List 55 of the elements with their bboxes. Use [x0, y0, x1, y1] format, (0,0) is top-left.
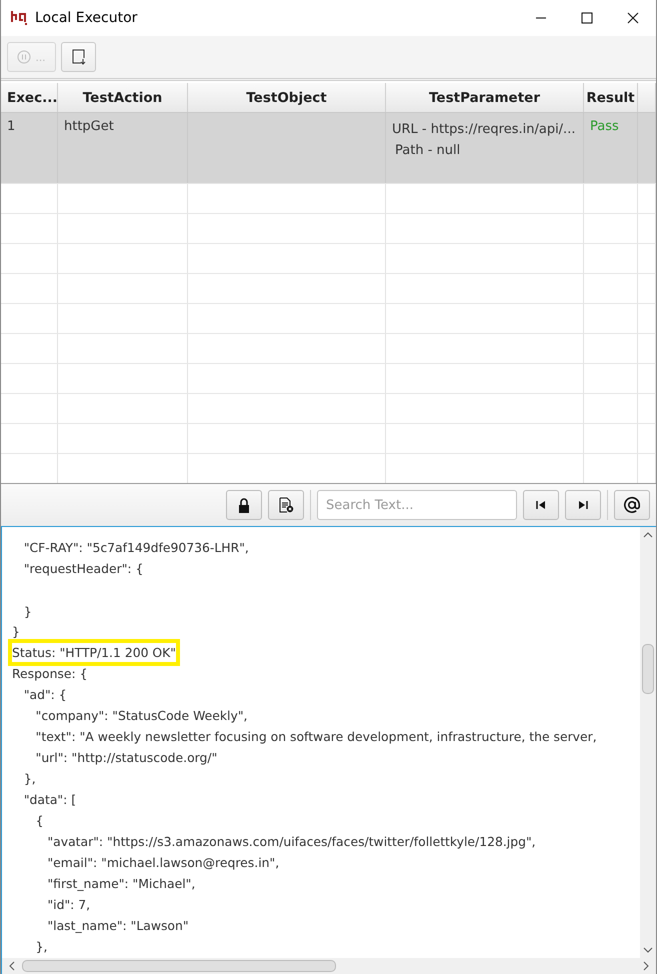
maximize-icon[interactable]	[581, 12, 593, 24]
pause-icon	[17, 50, 32, 64]
column-header[interactable]: Exec...	[1, 83, 58, 112]
log-line: }	[12, 623, 20, 641]
app-logo-icon	[10, 10, 28, 26]
scroll-left-icon[interactable]	[8, 961, 16, 971]
log-line: "requestHeader": {	[22, 560, 144, 578]
lock-icon	[238, 498, 250, 512]
log-line: "company": "StatusCode Weekly",	[34, 707, 248, 725]
skip-forward-icon	[578, 500, 588, 510]
log-line: },	[34, 938, 48, 956]
clear-log-button[interactable]	[268, 490, 304, 520]
close-icon[interactable]	[627, 12, 639, 24]
search-field[interactable]: Search Text...	[317, 490, 517, 520]
scroll-up-icon[interactable]	[643, 531, 653, 539]
log-line: "avatar": "https://s3.amazonaws.com/uifaces/faces/twitter/follettkyle/128.jpg",	[46, 833, 536, 851]
table-cell-text: URL - https://reqres.in/api/...	[392, 121, 576, 139]
column-header[interactable]: TestAction	[58, 83, 188, 112]
scrollbar-thumb[interactable]	[642, 644, 654, 694]
clear-document-icon	[278, 497, 294, 513]
log-line: "last_name": "Lawson"	[46, 917, 189, 935]
log-line: "first_name": "Michael",	[46, 875, 196, 893]
log-line: {	[34, 812, 44, 830]
window-title: Local Executor	[35, 10, 138, 26]
table-row[interactable]: 1 httpGet URL - https://reqres.in/api/... Path - null Pass	[1, 113, 656, 184]
at-sign-button[interactable]	[614, 490, 650, 520]
table-cell-text: Pass	[590, 119, 620, 134]
next-button[interactable]	[565, 490, 601, 520]
log-line: "url": "http://statuscode.org/"	[34, 749, 218, 767]
scroll-right-icon[interactable]	[642, 961, 650, 971]
lock-button[interactable]	[226, 490, 262, 520]
table-cell-text: httpGet	[64, 119, 115, 134]
log-line: }	[22, 603, 32, 621]
export-button[interactable]	[61, 42, 96, 72]
log-line: },	[22, 770, 36, 788]
vertical-scrollbar[interactable]	[640, 527, 656, 958]
at-sign-icon	[622, 495, 642, 515]
log-line: "ad": {	[22, 686, 67, 704]
log-line: "data": [	[22, 791, 76, 809]
log-line: "id": 7,	[46, 896, 90, 914]
scroll-down-icon[interactable]	[643, 946, 653, 954]
scrollbar-thumb[interactable]	[22, 960, 336, 972]
log-line: Response: {	[12, 665, 88, 683]
log-line: "CF-RAY": "5c7af149dfe90736-LHR",	[22, 539, 249, 557]
export-icon	[72, 49, 86, 65]
skip-back-icon	[536, 500, 546, 510]
table-cell-text: 1	[7, 119, 16, 134]
log-line: "email": "michael.lawson@reqres.in",	[46, 854, 280, 872]
table-cell-text: Path - null	[394, 142, 462, 160]
column-header[interactable]: Result	[584, 83, 638, 112]
previous-button[interactable]	[523, 490, 559, 520]
horizontal-scrollbar[interactable]	[2, 958, 656, 974]
column-header[interactable]: TestParameter	[386, 83, 584, 112]
column-header[interactable]: TestObject	[188, 83, 386, 112]
log-line: "text": "A weekly newsletter focusing on software development, infrastructure, the server,	[34, 728, 597, 746]
